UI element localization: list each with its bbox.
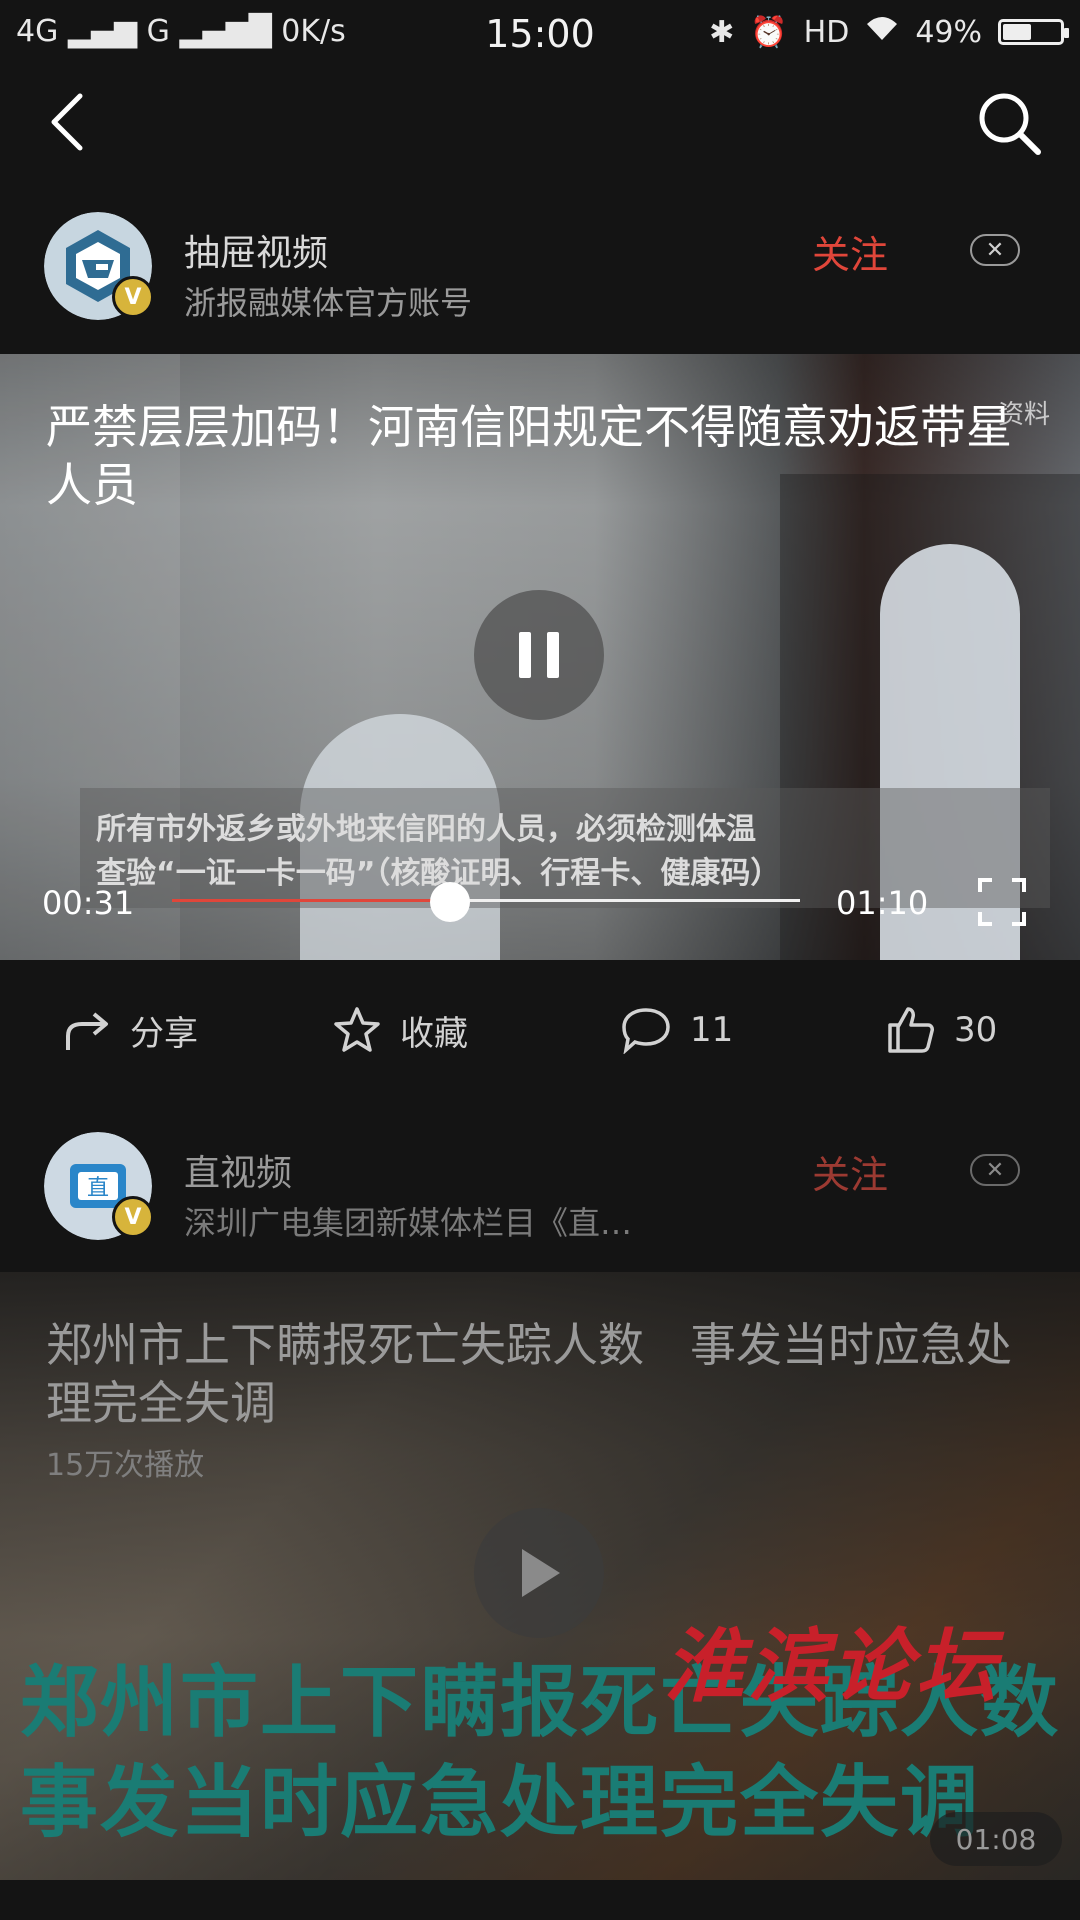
comment-count: 11	[690, 1010, 734, 1050]
share-icon	[66, 1012, 108, 1050]
progress-played	[172, 899, 450, 902]
search-icon	[979, 93, 1041, 155]
thumbs-up-icon	[888, 1007, 934, 1053]
duration-label: 01:08	[955, 1822, 1037, 1856]
close-icon: ✕	[985, 237, 1005, 263]
search-button[interactable]	[974, 88, 1046, 160]
svg-text:直: 直	[87, 1176, 109, 1201]
back-button[interactable]	[36, 82, 100, 162]
account-name[interactable]: 抽屉视频	[184, 224, 328, 276]
play-count: 15万次播放	[46, 1448, 205, 1483]
video-watermark: 资料	[997, 400, 1050, 430]
verified-badge-icon: V	[112, 276, 154, 318]
account-name[interactable]: 直视频	[184, 1144, 292, 1196]
comment-icon	[622, 1008, 670, 1054]
hd-label: HD	[803, 14, 850, 50]
play-icon	[522, 1549, 560, 1597]
pause-icon	[547, 632, 559, 678]
pause-icon	[519, 632, 531, 678]
favorite-label: 收藏	[400, 1013, 468, 1054]
dismiss-button[interactable]: ✕	[970, 234, 1020, 266]
wifi-icon	[865, 14, 899, 50]
follow-button[interactable]: 关注	[812, 1144, 888, 1199]
current-time: 00:31	[42, 884, 135, 922]
follow-button[interactable]: 关注	[812, 224, 888, 279]
subtitle-line: 所有市外返乡或外地来信阳的人员，必须检测体温	[96, 812, 756, 847]
video-title: 郑州市上下瞒报死亡失踪人数 事发当时应急处理完全失调	[46, 1318, 1012, 1430]
actions-row: 分享 收藏 11 30	[0, 980, 1080, 1080]
share-button[interactable]: 分享	[64, 980, 198, 1080]
progress-knob[interactable]	[430, 882, 470, 922]
close-icon: ✕	[985, 1157, 1005, 1183]
back-arrow-icon	[51, 93, 83, 151]
fullscreen-icon	[978, 878, 1026, 926]
feed-item-header: 直 V 直视频 深圳广电集团新媒体栏目《直… 关注 ✕	[0, 1110, 1080, 1242]
dismiss-button[interactable]: ✕	[970, 1154, 1020, 1186]
like-button[interactable]: 30	[886, 980, 997, 1080]
favorite-button[interactable]: 收藏	[332, 980, 468, 1080]
battery-percent: 49%	[915, 14, 982, 50]
share-label: 分享	[130, 1013, 198, 1054]
burned-caption: 事发当时应急处理完全失调	[20, 1758, 981, 1848]
video-thumbnail[interactable]: 郑州市上下瞒报死亡失踪人数 事发当时应急处理完全失调 15万次播放 郑州市上下瞒…	[0, 1272, 1080, 1880]
battery-icon	[998, 19, 1069, 45]
verified-badge-icon: V	[112, 1196, 154, 1238]
account-description: 深圳广电集团新媒体栏目《直…	[184, 1204, 633, 1242]
bluetooth-icon: ✱	[709, 14, 735, 50]
account-description: 浙报融媒体官方账号	[184, 284, 473, 322]
alarm-icon: ⏰	[750, 14, 788, 50]
star-icon	[334, 1007, 380, 1052]
like-count: 30	[954, 1010, 998, 1050]
status-right: ✱ ⏰ HD 49%	[709, 14, 1069, 50]
play-button[interactable]	[474, 1508, 604, 1638]
comment-button[interactable]: 11	[620, 980, 733, 1080]
feed-item-header: V 抽屉视频 浙报融媒体官方账号 关注 ✕	[0, 190, 1080, 322]
fullscreen-button[interactable]	[978, 878, 1026, 926]
total-time: 01:10	[836, 884, 929, 922]
video-player[interactable]: 严禁层层加码！河南信阳规定不得随意劝返带星人员 资料 所有市外返乡或外地来信阳的…	[0, 354, 1080, 960]
logo-watermark: 淮滨论坛	[664, 1619, 1000, 1713]
duration-badge: 01:08	[930, 1812, 1062, 1866]
video-title: 严禁层层加码！河南信阳规定不得随意劝返带星人员	[46, 400, 1012, 512]
status-bar: 4G ▂▄▆ G ▂▄▆█ 0K/s 15:00 ✱ ⏰ HD 49%	[0, 0, 1080, 76]
pause-button[interactable]	[474, 590, 604, 720]
